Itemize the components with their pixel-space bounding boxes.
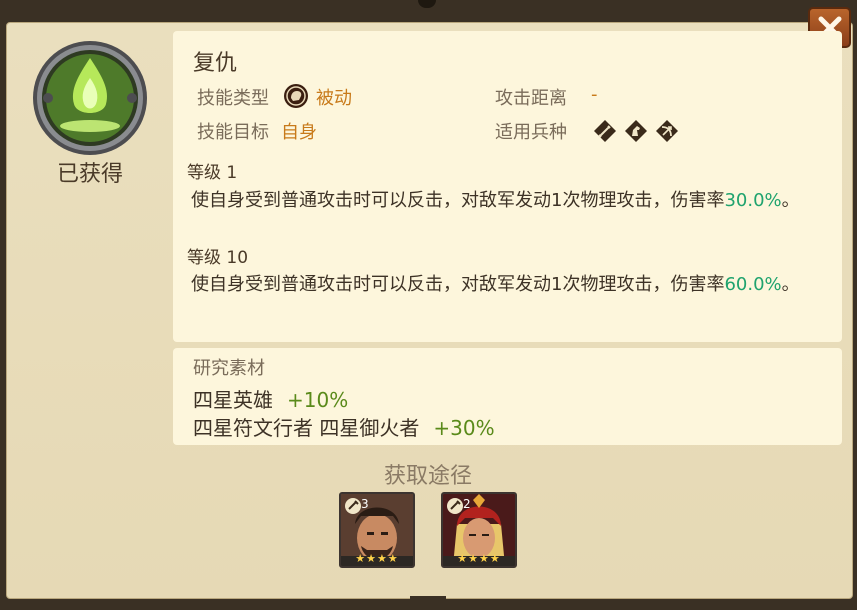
archer-bow-icon [656, 120, 678, 142]
hero-class-icon [345, 498, 361, 514]
level-1-label: 等级 1 [187, 163, 238, 183]
troop-type-label: 适用兵种 [495, 122, 567, 143]
skill-type-label: 技能类型 [197, 88, 269, 109]
hero-star-rating: ★★★★ [355, 552, 399, 565]
research-material-title: 研究素材 [193, 358, 265, 379]
hero-class-icon [447, 498, 463, 514]
research-material-card: 研究素材 四星英雄 +10% 四星符文行者 四星御火者 +30% [173, 348, 842, 445]
level-1-description: 使自身受到普通攻击时可以反击，对敌军发动1次物理攻击，伤害率30.0%。 [191, 190, 800, 211]
level-10-description: 使自身受到普通攻击时可以反击，对敌军发动1次物理攻击，伤害率60.0%。 [191, 274, 800, 295]
material-row: 四星符文行者 四星御火者 +30% [193, 416, 495, 440]
frame-ornament-bottom [410, 596, 446, 610]
hero-level: 3 [361, 497, 369, 511]
level-10-label: 等级 10 [187, 248, 249, 268]
hero-portrait-bearded-warrior[interactable]: 3 ★★★★ [339, 492, 415, 568]
hero-star-rating: ★★★★ [457, 552, 501, 565]
acquire-source-title: 获取途径 [383, 464, 472, 489]
skill-name: 复仇 [193, 51, 238, 76]
attack-range-value: - [591, 84, 598, 105]
attack-range-label: 攻击距离 [495, 88, 567, 109]
infantry-sword-icon [594, 120, 616, 142]
green-flame-skill-icon [33, 41, 147, 155]
hero-portrait-red-helmet-warrior[interactable]: 2 ★★★★ [441, 492, 517, 568]
cavalry-horse-icon [625, 120, 647, 142]
skill-target-value: 自身 [281, 122, 317, 143]
passive-fist-icon [284, 84, 308, 108]
skill-target-label: 技能目标 [197, 122, 269, 143]
skill-info-card: 复仇 技能类型 被动 攻击距离 - 技能目标 自身 适用兵种 等级 1 使自身受… [173, 31, 842, 342]
skill-type-value: 被动 [316, 88, 352, 109]
material-row: 四星英雄 +10% [193, 388, 349, 412]
skill-status-label: 已获得 [56, 162, 123, 187]
hero-level: 2 [463, 497, 471, 511]
